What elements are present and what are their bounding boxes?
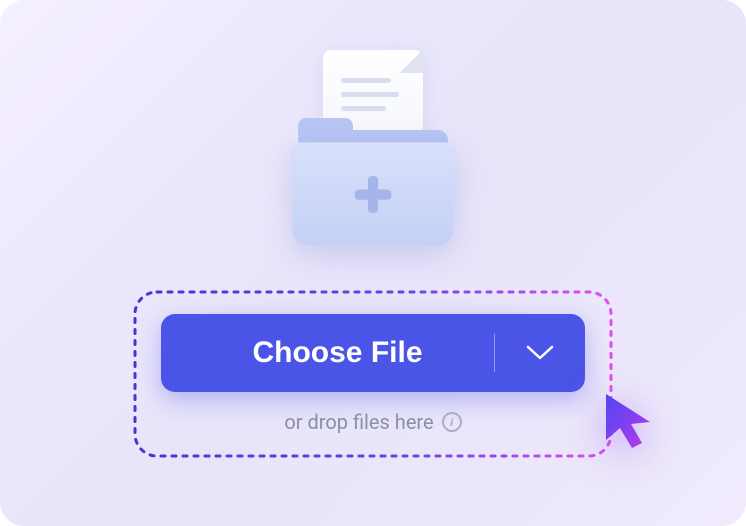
chevron-down-icon <box>526 345 554 361</box>
choose-file-label: Choose File <box>161 336 494 370</box>
info-icon[interactable]: i <box>442 412 462 432</box>
folder-front-icon <box>290 142 456 245</box>
drop-hint-text: or drop files here <box>284 410 433 434</box>
file-dropzone[interactable]: Choose File or drop files here i <box>133 290 613 454</box>
plus-icon <box>355 176 392 213</box>
folder-upload-illustration <box>283 50 463 260</box>
choose-file-button[interactable]: Choose File <box>161 314 585 392</box>
cursor-pointer-icon <box>596 386 666 456</box>
drop-files-hint: or drop files here i <box>284 410 461 434</box>
choose-file-dropdown[interactable] <box>495 345 585 361</box>
upload-panel: Choose File or drop files here i <box>0 0 746 526</box>
